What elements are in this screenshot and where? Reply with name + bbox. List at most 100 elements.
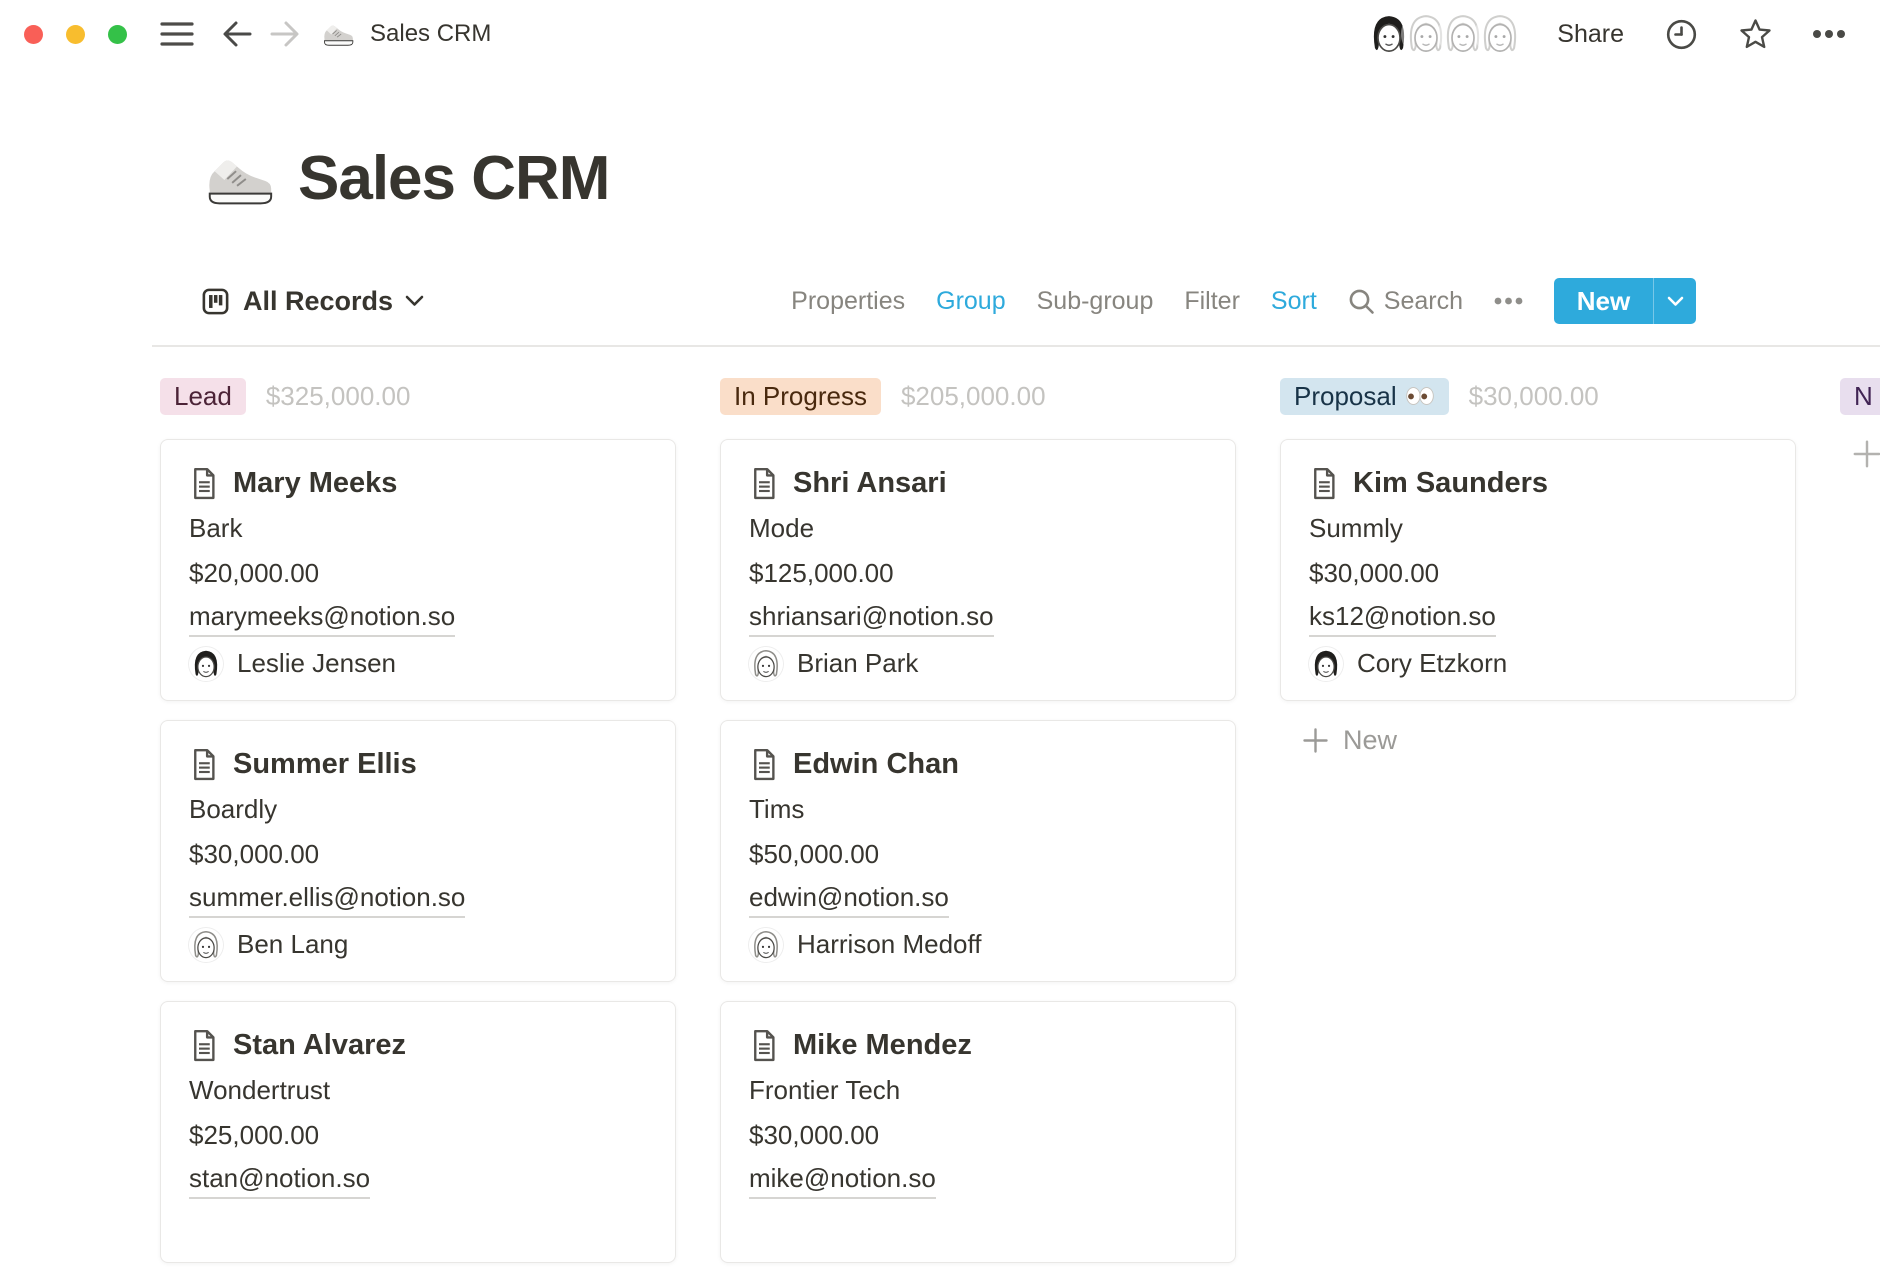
card-title: Stan Alvarez (233, 1029, 406, 1062)
record-card[interactable]: Summer Ellis Boardly $30,000.00 summer.e… (160, 720, 676, 982)
person-avatar (1309, 647, 1343, 681)
card-amount: $25,000.00 (189, 1113, 647, 1158)
record-card[interactable]: Mary Meeks Bark $20,000.00 marymeeks@not… (160, 439, 676, 701)
card-company: Mode (749, 506, 1207, 551)
collaborator-avatar[interactable] (1477, 11, 1523, 57)
new-button-chevron-icon[interactable] (1654, 278, 1696, 324)
view-name: All Records (243, 286, 393, 317)
page-document-icon (749, 467, 779, 500)
person-name: Leslie Jensen (237, 648, 396, 679)
person-avatar (749, 928, 783, 962)
board-column: In Progress $205,000.00 Shri Ansari Mode… (720, 378, 1236, 1282)
record-card[interactable]: Kim Saunders Summly $30,000.00 ks12@noti… (1280, 439, 1796, 701)
group-name: Lead (174, 383, 232, 409)
person-name: Brian Park (797, 648, 918, 679)
board-column: Proposal $30,000.00 Kim Saunders Summly … (1280, 378, 1796, 756)
group-header: Lead $325,000.00 (160, 378, 676, 414)
menu-item-filter[interactable]: Filter (1184, 287, 1240, 316)
page-header: Sales CRM (200, 140, 609, 218)
view-menu: Properties Group Sub-group Filter Sort Searc… (791, 278, 1696, 324)
view-more-icon[interactable] (1494, 297, 1523, 305)
group-badge[interactable]: Proposal (1280, 378, 1449, 415)
card-person: Brian Park (749, 641, 1207, 686)
new-button-label: New (1554, 278, 1653, 324)
search-button[interactable]: Search (1348, 287, 1463, 316)
record-card[interactable]: Mike Mendez Frontier Tech $30,000.00 mik… (720, 1001, 1236, 1263)
board-view-icon (200, 286, 231, 317)
back-arrow-icon[interactable] (220, 17, 254, 51)
view-selector[interactable]: All Records (200, 286, 424, 317)
menu-item-group[interactable]: Group (936, 287, 1005, 316)
card-email[interactable]: summer.ellis@notion.so (189, 882, 465, 918)
card-title: Kim Saunders (1353, 467, 1548, 500)
record-card[interactable]: Edwin Chan Tims $50,000.00 edwin@notion.… (720, 720, 1236, 982)
forward-arrow-icon[interactable] (268, 17, 302, 51)
menu-item-properties[interactable]: Properties (791, 287, 905, 316)
minimize-window-button[interactable] (66, 25, 85, 44)
chevron-down-icon (405, 295, 424, 307)
card-list: Shri Ansari Mode $125,000.00 shriansari@… (720, 439, 1236, 1263)
card-email[interactable]: shriansari@notion.so (749, 601, 994, 637)
view-toolbar: All Records Properties Group Sub-group Filt… (200, 277, 1696, 325)
person-name: Ben Lang (237, 929, 348, 960)
record-card[interactable]: Stan Alvarez Wondertrust $25,000.00 stan… (160, 1001, 676, 1263)
group-total: $30,000.00 (1469, 381, 1599, 412)
add-card-button[interactable]: New (1280, 725, 1796, 756)
group-badge[interactable]: N (1840, 378, 1880, 415)
group-badge[interactable]: In Progress (720, 378, 881, 415)
toolbar-divider (152, 345, 1880, 347)
card-amount: $30,000.00 (749, 1113, 1207, 1158)
card-list: Kim Saunders Summly $30,000.00 ks12@noti… (1280, 439, 1796, 701)
card-company: Tims (749, 787, 1207, 832)
person-avatar (749, 647, 783, 681)
breadcrumb[interactable]: Sales CRM (370, 20, 491, 48)
menu-item-sort[interactable]: Sort (1271, 287, 1317, 316)
group-total: $205,000.00 (901, 381, 1046, 412)
group-total: $325,000.00 (266, 381, 411, 412)
group-name: N (1854, 383, 1873, 409)
page-document-icon (749, 748, 779, 781)
card-company: Bark (189, 506, 647, 551)
page-title[interactable]: Sales CRM (298, 145, 609, 213)
card-title: Mike Mendez (793, 1029, 972, 1062)
card-email[interactable]: mike@notion.so (749, 1163, 936, 1199)
card-company: Frontier Tech (749, 1068, 1207, 1113)
menu-item-sub-group[interactable]: Sub-group (1037, 287, 1154, 316)
card-email[interactable]: stan@notion.so (189, 1163, 370, 1199)
card-amount: $125,000.00 (749, 551, 1207, 596)
card-email[interactable]: edwin@notion.so (749, 882, 949, 918)
card-email[interactable]: ks12@notion.so (1309, 601, 1496, 637)
plus-icon (1302, 727, 1329, 754)
favorite-star-icon[interactable] (1739, 18, 1772, 50)
group-header: Proposal $30,000.00 (1280, 378, 1796, 414)
card-company: Wondertrust (189, 1068, 647, 1113)
person-avatar (189, 928, 223, 962)
share-button[interactable]: Share (1557, 20, 1624, 49)
page-document-icon (189, 748, 219, 781)
group-badge[interactable]: Lead (160, 378, 246, 415)
group-header: N (1840, 378, 1880, 414)
page-icon-sneaker[interactable] (200, 140, 278, 218)
new-record-button[interactable]: New (1554, 278, 1696, 324)
window-topbar: Sales CRM Share (0, 0, 1880, 68)
add-card-plus-icon[interactable] (1852, 439, 1880, 469)
card-company: Summly (1309, 506, 1767, 551)
page-document-icon (189, 1029, 219, 1062)
collaborator-avatars[interactable] (1366, 11, 1523, 57)
card-title: Summer Ellis (233, 748, 417, 781)
search-label: Search (1384, 287, 1463, 316)
card-title: Edwin Chan (793, 748, 959, 781)
person-name: Cory Etzkorn (1357, 648, 1507, 679)
record-card[interactable]: Shri Ansari Mode $125,000.00 shriansari@… (720, 439, 1236, 701)
close-window-button[interactable] (24, 25, 43, 44)
updates-clock-icon[interactable] (1666, 19, 1697, 50)
card-title: Shri Ansari (793, 467, 947, 500)
card-email[interactable]: marymeeks@notion.so (189, 601, 455, 637)
person-name: Harrison Medoff (797, 929, 982, 960)
card-person: Leslie Jensen (189, 641, 647, 686)
search-icon (1348, 288, 1375, 315)
zoom-window-button[interactable] (108, 25, 127, 44)
eyes-emoji-icon (1405, 386, 1435, 406)
more-options-icon[interactable] (1812, 29, 1846, 39)
sidebar-menu-icon[interactable] (160, 21, 194, 47)
